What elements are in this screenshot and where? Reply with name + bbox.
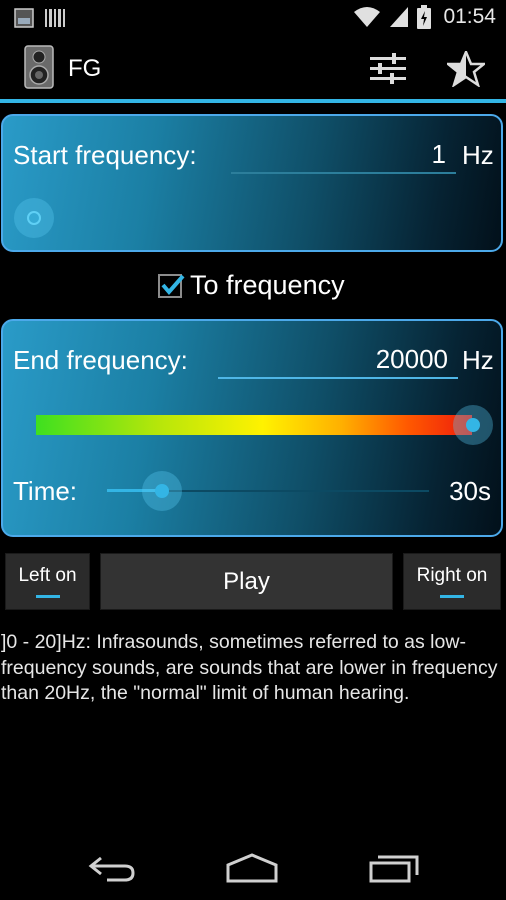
time-label: Time: — [13, 476, 78, 506]
to-frequency-checkbox[interactable] — [158, 273, 185, 298]
start-frequency-unit: Hz — [462, 140, 494, 170]
action-bar: FG — [0, 37, 506, 99]
favorites-button[interactable] — [444, 47, 488, 91]
recent-apps-icon — [369, 855, 419, 883]
right-channel-toggle[interactable]: Right on — [403, 553, 501, 610]
app-title: FG — [68, 55, 102, 82]
speaker-icon[interactable] — [24, 45, 54, 89]
signal-icon — [390, 7, 409, 27]
right-channel-label: Right on — [416, 565, 488, 586]
play-button[interactable]: Play — [100, 553, 393, 610]
action-bar-divider — [0, 99, 506, 103]
end-frequency-panel: End frequency: 20000 Hz Time: 30s — [1, 319, 503, 537]
end-frequency-unit: Hz — [462, 345, 494, 375]
to-frequency-toggle[interactable]: To frequency — [158, 270, 345, 301]
time-slider-thumb[interactable] — [142, 471, 182, 511]
left-channel-toggle[interactable]: Left on — [5, 553, 90, 610]
wifi-icon — [354, 7, 381, 27]
end-frequency-label: End frequency: — [13, 345, 188, 375]
start-frequency-slider-thumb[interactable] — [14, 198, 54, 238]
clock: 01:54 — [443, 5, 496, 28]
checkmark-icon — [161, 274, 185, 295]
back-button[interactable] — [82, 848, 142, 888]
left-channel-indicator — [35, 595, 60, 598]
right-channel-indicator — [440, 595, 464, 598]
recent-apps-button[interactable] — [364, 848, 424, 888]
status-bar: 01:54 — [0, 0, 506, 37]
equalizer-icon — [370, 53, 406, 84]
end-frequency-input[interactable]: 20000 — [218, 341, 458, 379]
end-frequency-slider-thumb[interactable] — [453, 405, 493, 445]
left-channel-label: Left on — [18, 565, 77, 586]
frequency-description: ]0 - 20]Hz: Infrasounds, sometimes refer… — [1, 631, 498, 704]
fg-notification-icon — [14, 8, 34, 28]
battery-icon — [417, 5, 432, 29]
home-icon — [226, 853, 278, 883]
back-icon — [88, 856, 135, 882]
to-frequency-label: To frequency — [190, 270, 345, 300]
barcode-notification-icon — [45, 9, 65, 27]
time-value: 30s — [449, 476, 491, 506]
home-button[interactable] — [222, 848, 282, 888]
navigation-bar — [0, 836, 506, 900]
equalizer-button[interactable] — [366, 47, 410, 91]
start-frequency-panel: Start frequency: 1 Hz — [1, 114, 503, 252]
start-frequency-input[interactable]: 1 — [231, 136, 456, 174]
frequency-spectrum-slider[interactable] — [36, 415, 472, 435]
start-frequency-label: Start frequency: — [13, 140, 197, 170]
star-half-icon — [447, 51, 485, 87]
